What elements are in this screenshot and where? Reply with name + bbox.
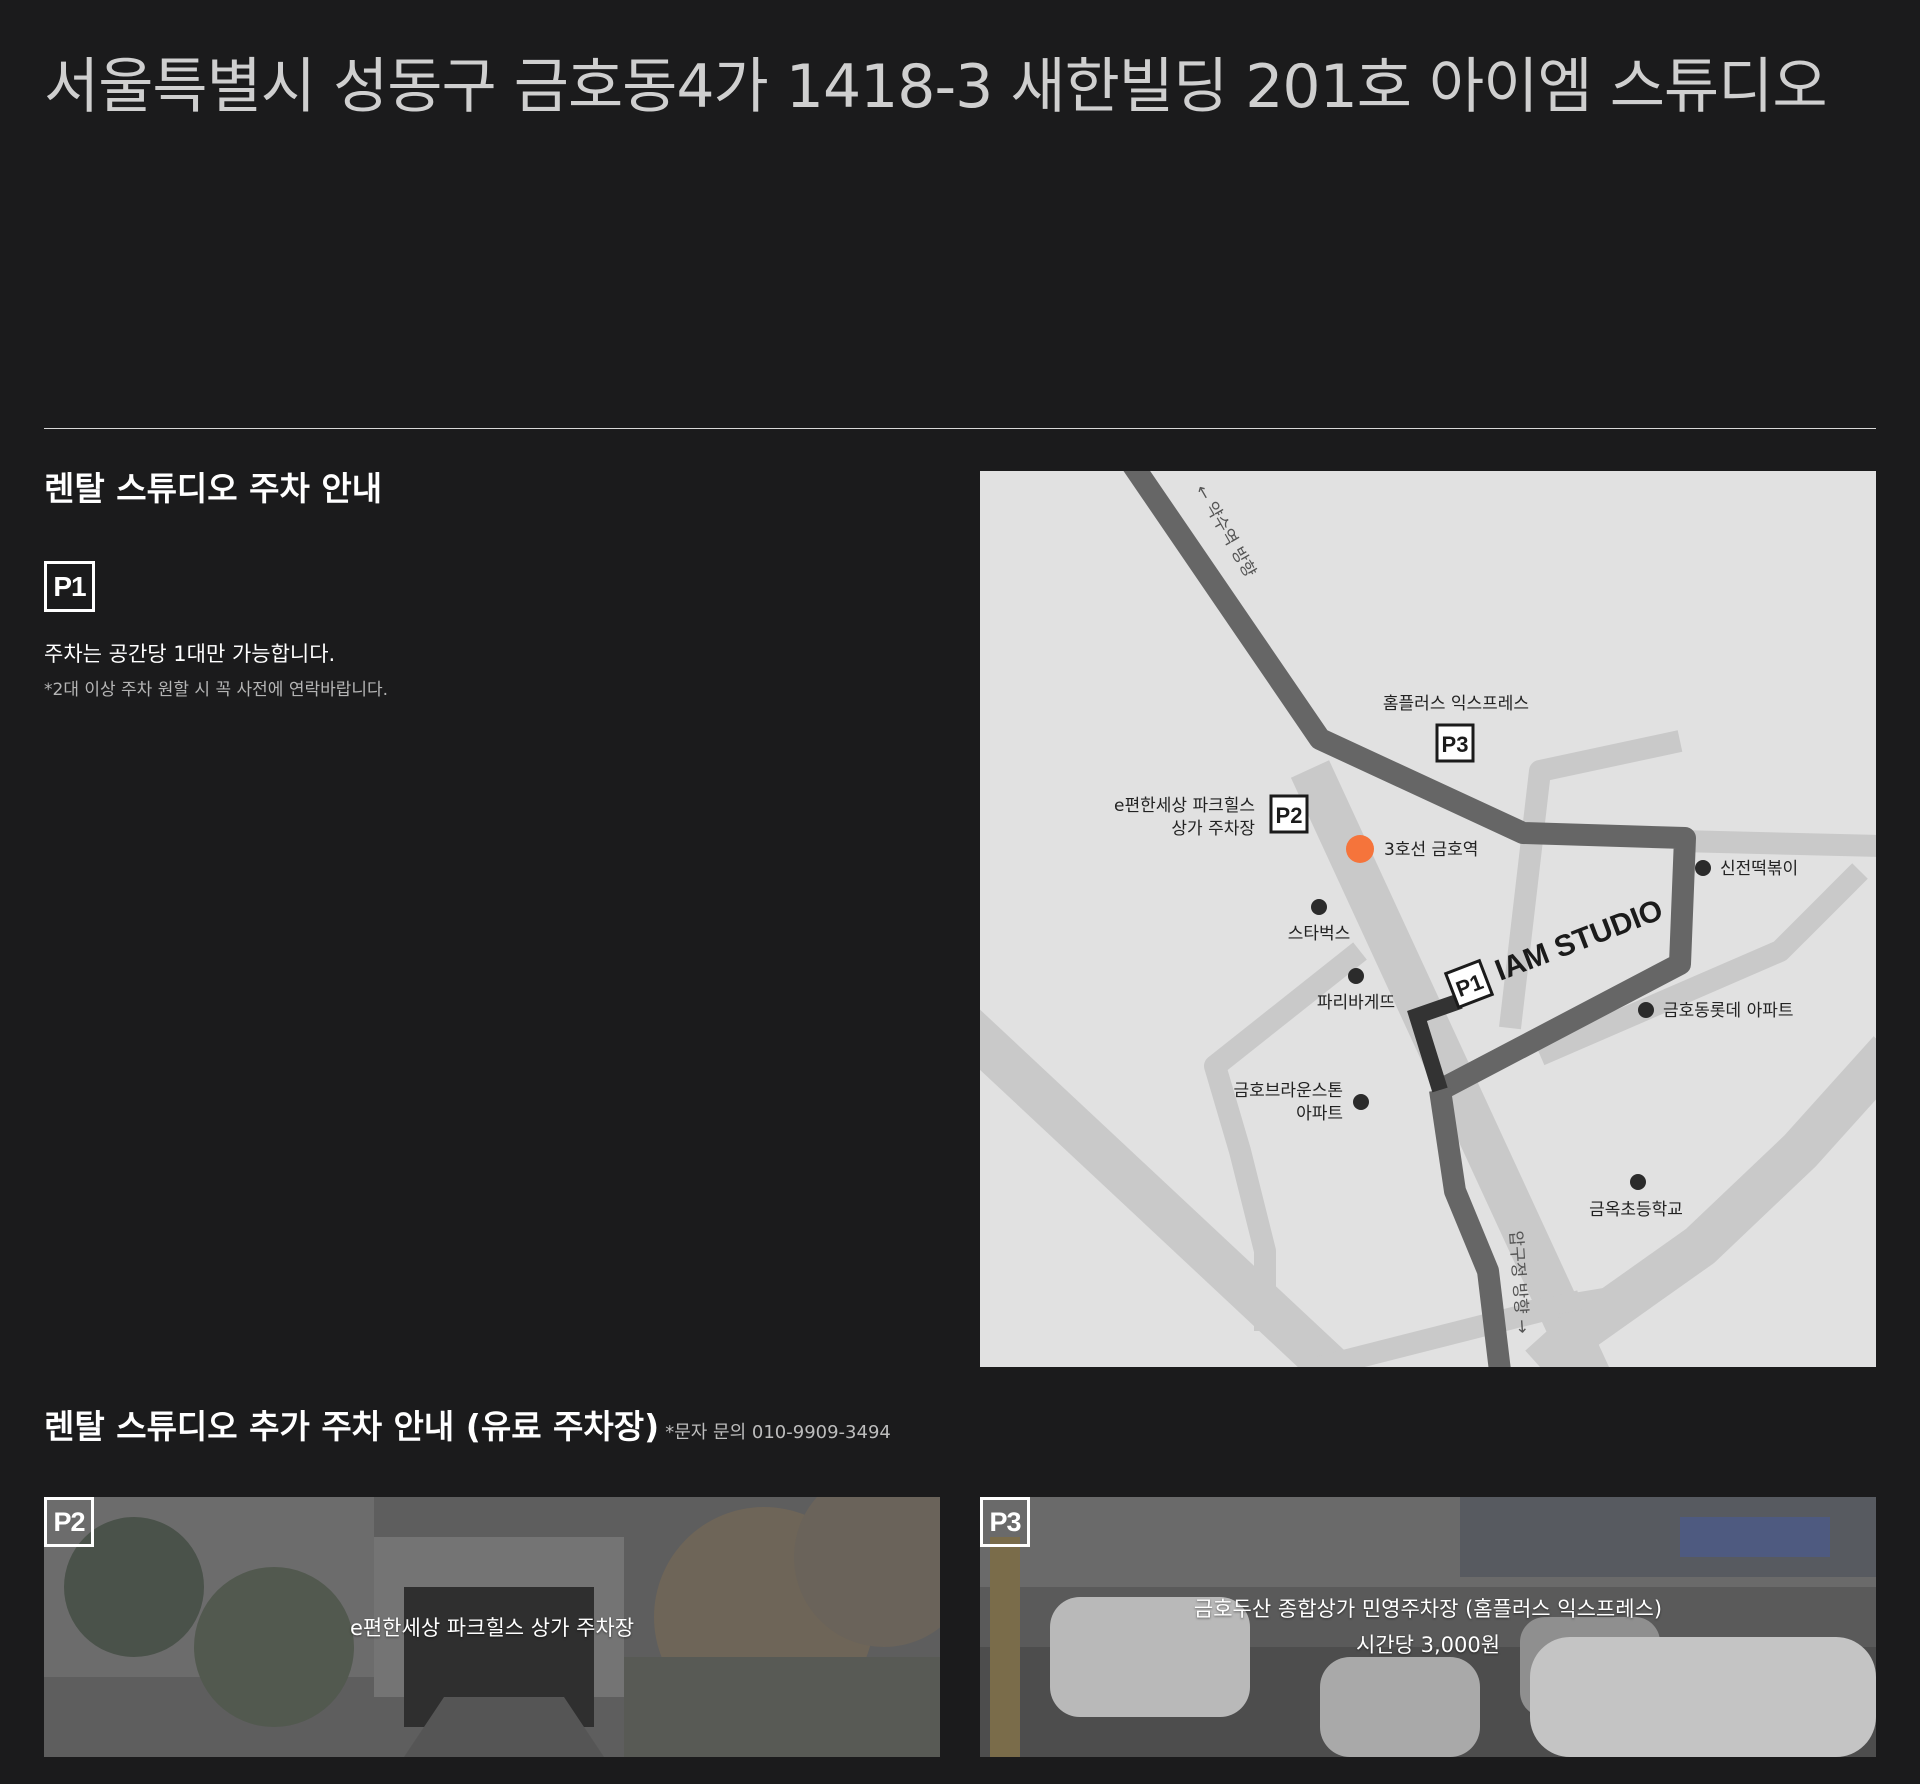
p3-card-label-line1: 금호두산 종합상가 민영주차장 (홈플러스 익스프레스) — [1193, 1597, 1663, 1621]
p3-card-label-line2: 시간당 3,000원 — [1355, 1633, 1501, 1657]
road-southwest — [980, 1009, 1346, 1367]
station-label: 3호선 금호역 — [1384, 840, 1478, 860]
p1-badge: P1 — [44, 561, 95, 612]
p3-card-badge: P3 — [980, 1497, 1030, 1547]
section-divider — [44, 428, 1876, 429]
p2-card-label: e편한세상 파크힐스 상가 주차장 — [349, 1616, 635, 1640]
parking-info-text: 주차는 공간당 1대만 가능합니다. — [44, 642, 336, 666]
parking-info-note: *2대 이상 주차 원할 시 꼭 사전에 연락바랍니다. — [44, 680, 389, 700]
p2-map-label-1: e편한세상 파크힐스 — [1114, 796, 1255, 816]
paris-dot — [1348, 968, 1364, 984]
school-dot — [1630, 1174, 1646, 1190]
p2-map-label-2: 상가 주차장 — [1171, 819, 1255, 839]
brownstone-dot — [1353, 1094, 1369, 1110]
extra-parking-title-text: 렌탈 스튜디오 추가 주차 안내 (유료 주차장) — [44, 1407, 660, 1446]
extra-parking-title: 렌탈 스튜디오 추가 주차 안내 (유료 주차장) *문자 문의 010-9909… — [44, 1400, 891, 1448]
p3-card-label: 금호두산 종합상가 민영주차장 (홈플러스 익스프레스) 시간당 3,000원 — [980, 1591, 1876, 1663]
road-east — [1679, 830, 1876, 857]
p2-marker: P2 — [1269, 794, 1309, 834]
road-east-diagonal — [1535, 863, 1868, 1066]
brownstone-label-2: 아파트 — [1296, 1104, 1343, 1124]
school-label: 금옥초등학교 — [1589, 1200, 1683, 1220]
p3-parking-card: P3 금호두산 종합상가 민영주차장 (홈플러스 익스프레스) 시간당 3,00… — [980, 1497, 1876, 1757]
brownstone-label-1: 금호브라운스톤 — [1234, 1081, 1343, 1101]
map-roads: P3 P2 P1 IAM STUDIO 3호선 금호역 스타벅스 파리바게뜨 금… — [980, 471, 1876, 1367]
sinjeon-label: 신전떡볶이 — [1720, 859, 1798, 879]
starbucks-dot — [1311, 899, 1327, 915]
p3-map-label: 홈플러스 익스프레스 — [1383, 694, 1529, 714]
p2-marker-label: P2 — [1276, 803, 1303, 828]
p2-parking-card: P2 e편한세상 파크힐스 상가 주차장 — [44, 1497, 940, 1757]
paris-label: 파리바게뜨 — [1317, 993, 1395, 1013]
p3-marker-label: P3 — [1442, 732, 1469, 757]
page-title: 서울특별시 성동구 금호동4가 1418-3 새한빌딩 201호 아이엠 스튜디… — [44, 52, 1828, 122]
parking-map: P3 P2 P1 IAM STUDIO 3호선 금호역 스타벅스 파리바게뜨 금… — [980, 471, 1876, 1367]
p2-card-badge: P2 — [44, 1497, 94, 1547]
lotte-label: 금호동롯데 아파트 — [1663, 1001, 1794, 1021]
starbucks-label: 스타벅스 — [1288, 924, 1351, 944]
station-dot — [1346, 835, 1374, 863]
parking-section-title: 렌탈 스튜디오 주차 안내 — [44, 469, 383, 508]
sinjeon-dot — [1695, 860, 1711, 876]
p3-marker: P3 — [1435, 723, 1475, 763]
lotte-dot — [1638, 1002, 1654, 1018]
extra-parking-contact: *문자 문의 010-9909-3494 — [665, 1422, 891, 1443]
